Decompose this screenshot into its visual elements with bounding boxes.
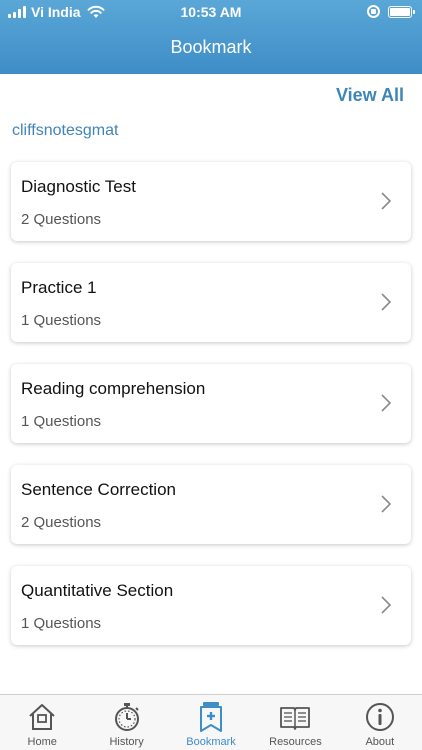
status-bar: Vi India 10:53 AM <box>0 0 422 24</box>
bookmark-card[interactable]: Diagnostic Test 2 Questions <box>11 162 411 241</box>
bookmark-card[interactable]: Practice 1 1 Questions <box>11 263 411 342</box>
stopwatch-icon <box>114 703 139 731</box>
section-name: cliffsnotesgmat <box>12 122 119 139</box>
bookmark-count: 2 Questions <box>21 211 102 228</box>
info-icon <box>365 703 394 731</box>
bookmark-card[interactable]: Quantitative Section 1 Questions <box>11 566 411 645</box>
bookmark-title: Diagnostic Test <box>21 177 136 196</box>
bookmark-count: 1 Questions <box>21 413 102 430</box>
tab-label: About <box>365 736 395 748</box>
status-time: 10:53 AM <box>180 4 242 20</box>
bookmark-title: Quantitative Section <box>21 581 174 600</box>
bookmark-title: Sentence Correction <box>21 480 176 499</box>
bookmark-icon <box>200 702 223 732</box>
tab-bookmark[interactable]: Bookmark <box>169 695 253 750</box>
book-icon <box>280 707 311 730</box>
bookmark-title: Practice 1 <box>21 278 97 297</box>
chevron-right-icon <box>381 192 391 210</box>
bookmark-count: 2 Questions <box>21 514 102 531</box>
tab-home[interactable]: Home <box>0 695 84 750</box>
tab-bar: Home History Bookmark Resources About <box>0 694 422 750</box>
battery-icon <box>388 5 415 18</box>
tab-about[interactable]: About <box>338 695 422 750</box>
bookmark-card[interactable]: Sentence Correction 2 Questions <box>11 465 411 544</box>
tab-label: History <box>109 736 144 748</box>
tab-history[interactable]: History <box>84 695 168 750</box>
tab-label: Bookmark <box>186 736 236 748</box>
app-header: Vi India 10:53 AM Bookmark <box>0 0 422 74</box>
chevron-right-icon <box>381 495 391 513</box>
bookmark-card[interactable]: Reading comprehension 1 Questions <box>11 364 411 443</box>
tab-resources[interactable]: Resources <box>253 695 337 750</box>
bookmark-count: 1 Questions <box>21 615 102 632</box>
home-icon <box>29 704 55 730</box>
chevron-right-icon <box>381 293 391 311</box>
bookmark-title: Reading comprehension <box>21 379 206 398</box>
bookmark-list: Diagnostic Test 2 Questions Practice 1 1… <box>11 162 411 667</box>
chevron-right-icon <box>381 394 391 412</box>
tab-label: Home <box>27 736 57 748</box>
view-all-button[interactable]: View All <box>336 85 404 106</box>
status-right <box>367 5 415 18</box>
page-title: Bookmark <box>170 37 252 57</box>
tab-label: Resources <box>269 736 322 748</box>
chevron-right-icon <box>381 596 391 614</box>
orientation-lock-icon <box>367 5 380 18</box>
bookmark-count: 1 Questions <box>21 312 102 329</box>
